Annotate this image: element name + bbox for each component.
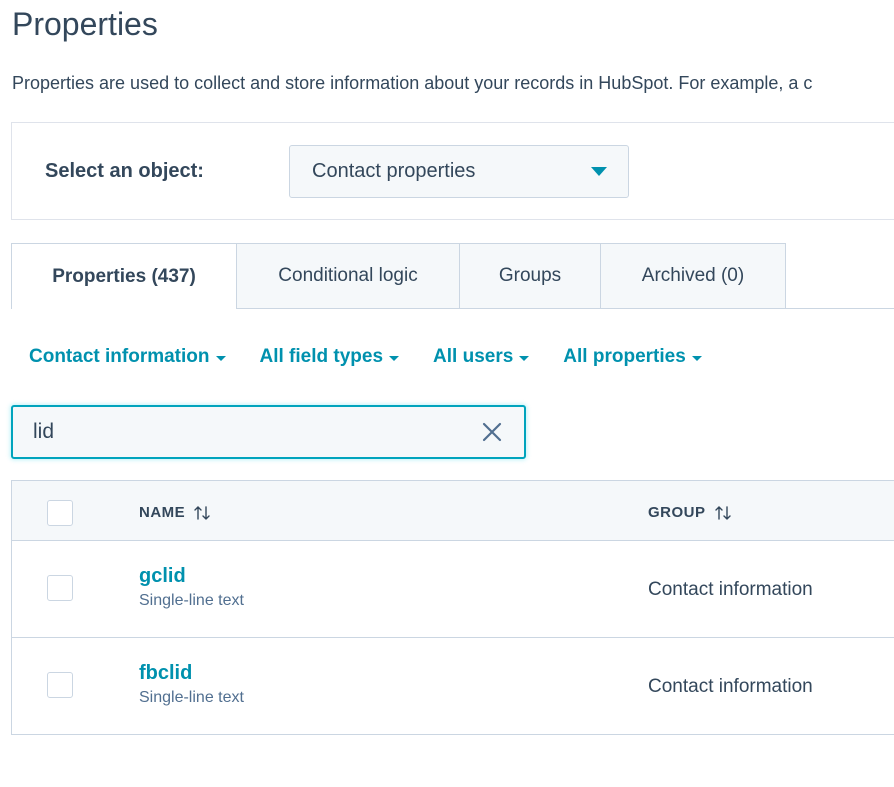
tab-label: Archived (0) bbox=[641, 265, 745, 286]
select-all-checkbox[interactable] bbox=[47, 500, 73, 526]
filter-field-type-dropdown[interactable]: All field types bbox=[260, 346, 400, 368]
filter-users-dropdown[interactable]: All users bbox=[433, 346, 530, 368]
tab-groups[interactable]: Groups bbox=[460, 243, 601, 309]
search-input[interactable] bbox=[33, 417, 453, 447]
property-name-link[interactable]: gclid bbox=[139, 565, 186, 588]
tab-archived[interactable]: Archived (0) bbox=[601, 243, 786, 309]
property-type: Single-line text bbox=[139, 592, 244, 609]
object-selector-panel: Select an object: Contact properties bbox=[11, 122, 894, 220]
property-group: Contact information bbox=[648, 676, 813, 697]
tab-properties[interactable]: Properties (437) bbox=[11, 243, 237, 309]
row-checkbox[interactable] bbox=[47, 672, 73, 698]
property-group: Contact information bbox=[648, 579, 813, 600]
filter-label: All properties bbox=[563, 346, 686, 367]
chevron-down-icon bbox=[519, 355, 530, 361]
table-row: gclid Single-line text Contact informati… bbox=[12, 541, 894, 638]
filter-properties-dropdown[interactable]: All properties bbox=[563, 346, 702, 368]
close-icon[interactable] bbox=[482, 422, 502, 442]
properties-page: Properties Properties are used to collec… bbox=[0, 0, 894, 787]
search-box bbox=[11, 405, 526, 459]
object-select-dropdown[interactable]: Contact properties bbox=[289, 145, 629, 198]
column-header-label: GROUP bbox=[648, 504, 706, 521]
properties-table: NAME GROUP gclid Single-line text Contac… bbox=[11, 480, 894, 735]
chevron-down-icon bbox=[591, 167, 607, 176]
page-description: Properties are used to collect and store… bbox=[12, 73, 813, 93]
object-selector-label: Select an object: bbox=[45, 160, 204, 182]
chevron-down-icon bbox=[389, 355, 400, 361]
tab-label: Groups bbox=[498, 265, 562, 286]
sort-icon bbox=[714, 505, 731, 520]
filter-bar: Contact information All field types All … bbox=[29, 344, 736, 370]
tab-bar: Properties (437) Conditional logic Group… bbox=[11, 243, 894, 309]
table-row: fbclid Single-line text Contact informat… bbox=[12, 638, 894, 735]
chevron-down-icon bbox=[691, 355, 702, 361]
property-type: Single-line text bbox=[139, 689, 244, 706]
tab-label: Conditional logic bbox=[278, 265, 418, 286]
page-title: Properties bbox=[12, 6, 158, 42]
filter-label: Contact information bbox=[29, 346, 210, 367]
column-header-label: NAME bbox=[139, 504, 186, 521]
tab-conditional-logic[interactable]: Conditional logic bbox=[237, 243, 460, 309]
filter-label: All field types bbox=[259, 346, 384, 367]
filter-group-dropdown[interactable]: Contact information bbox=[29, 346, 226, 368]
sort-icon bbox=[194, 505, 210, 520]
filter-label: All users bbox=[433, 346, 514, 367]
column-header-name[interactable]: NAME bbox=[139, 504, 210, 521]
object-select-value: Contact properties bbox=[312, 160, 476, 182]
row-checkbox[interactable] bbox=[47, 575, 73, 601]
column-header-group[interactable]: GROUP bbox=[648, 504, 731, 521]
tab-divider bbox=[786, 308, 894, 309]
property-name-link[interactable]: fbclid bbox=[139, 662, 192, 685]
table-header: NAME GROUP bbox=[12, 481, 894, 541]
chevron-down-icon bbox=[215, 355, 226, 361]
tab-label: Properties (437) bbox=[52, 265, 196, 287]
